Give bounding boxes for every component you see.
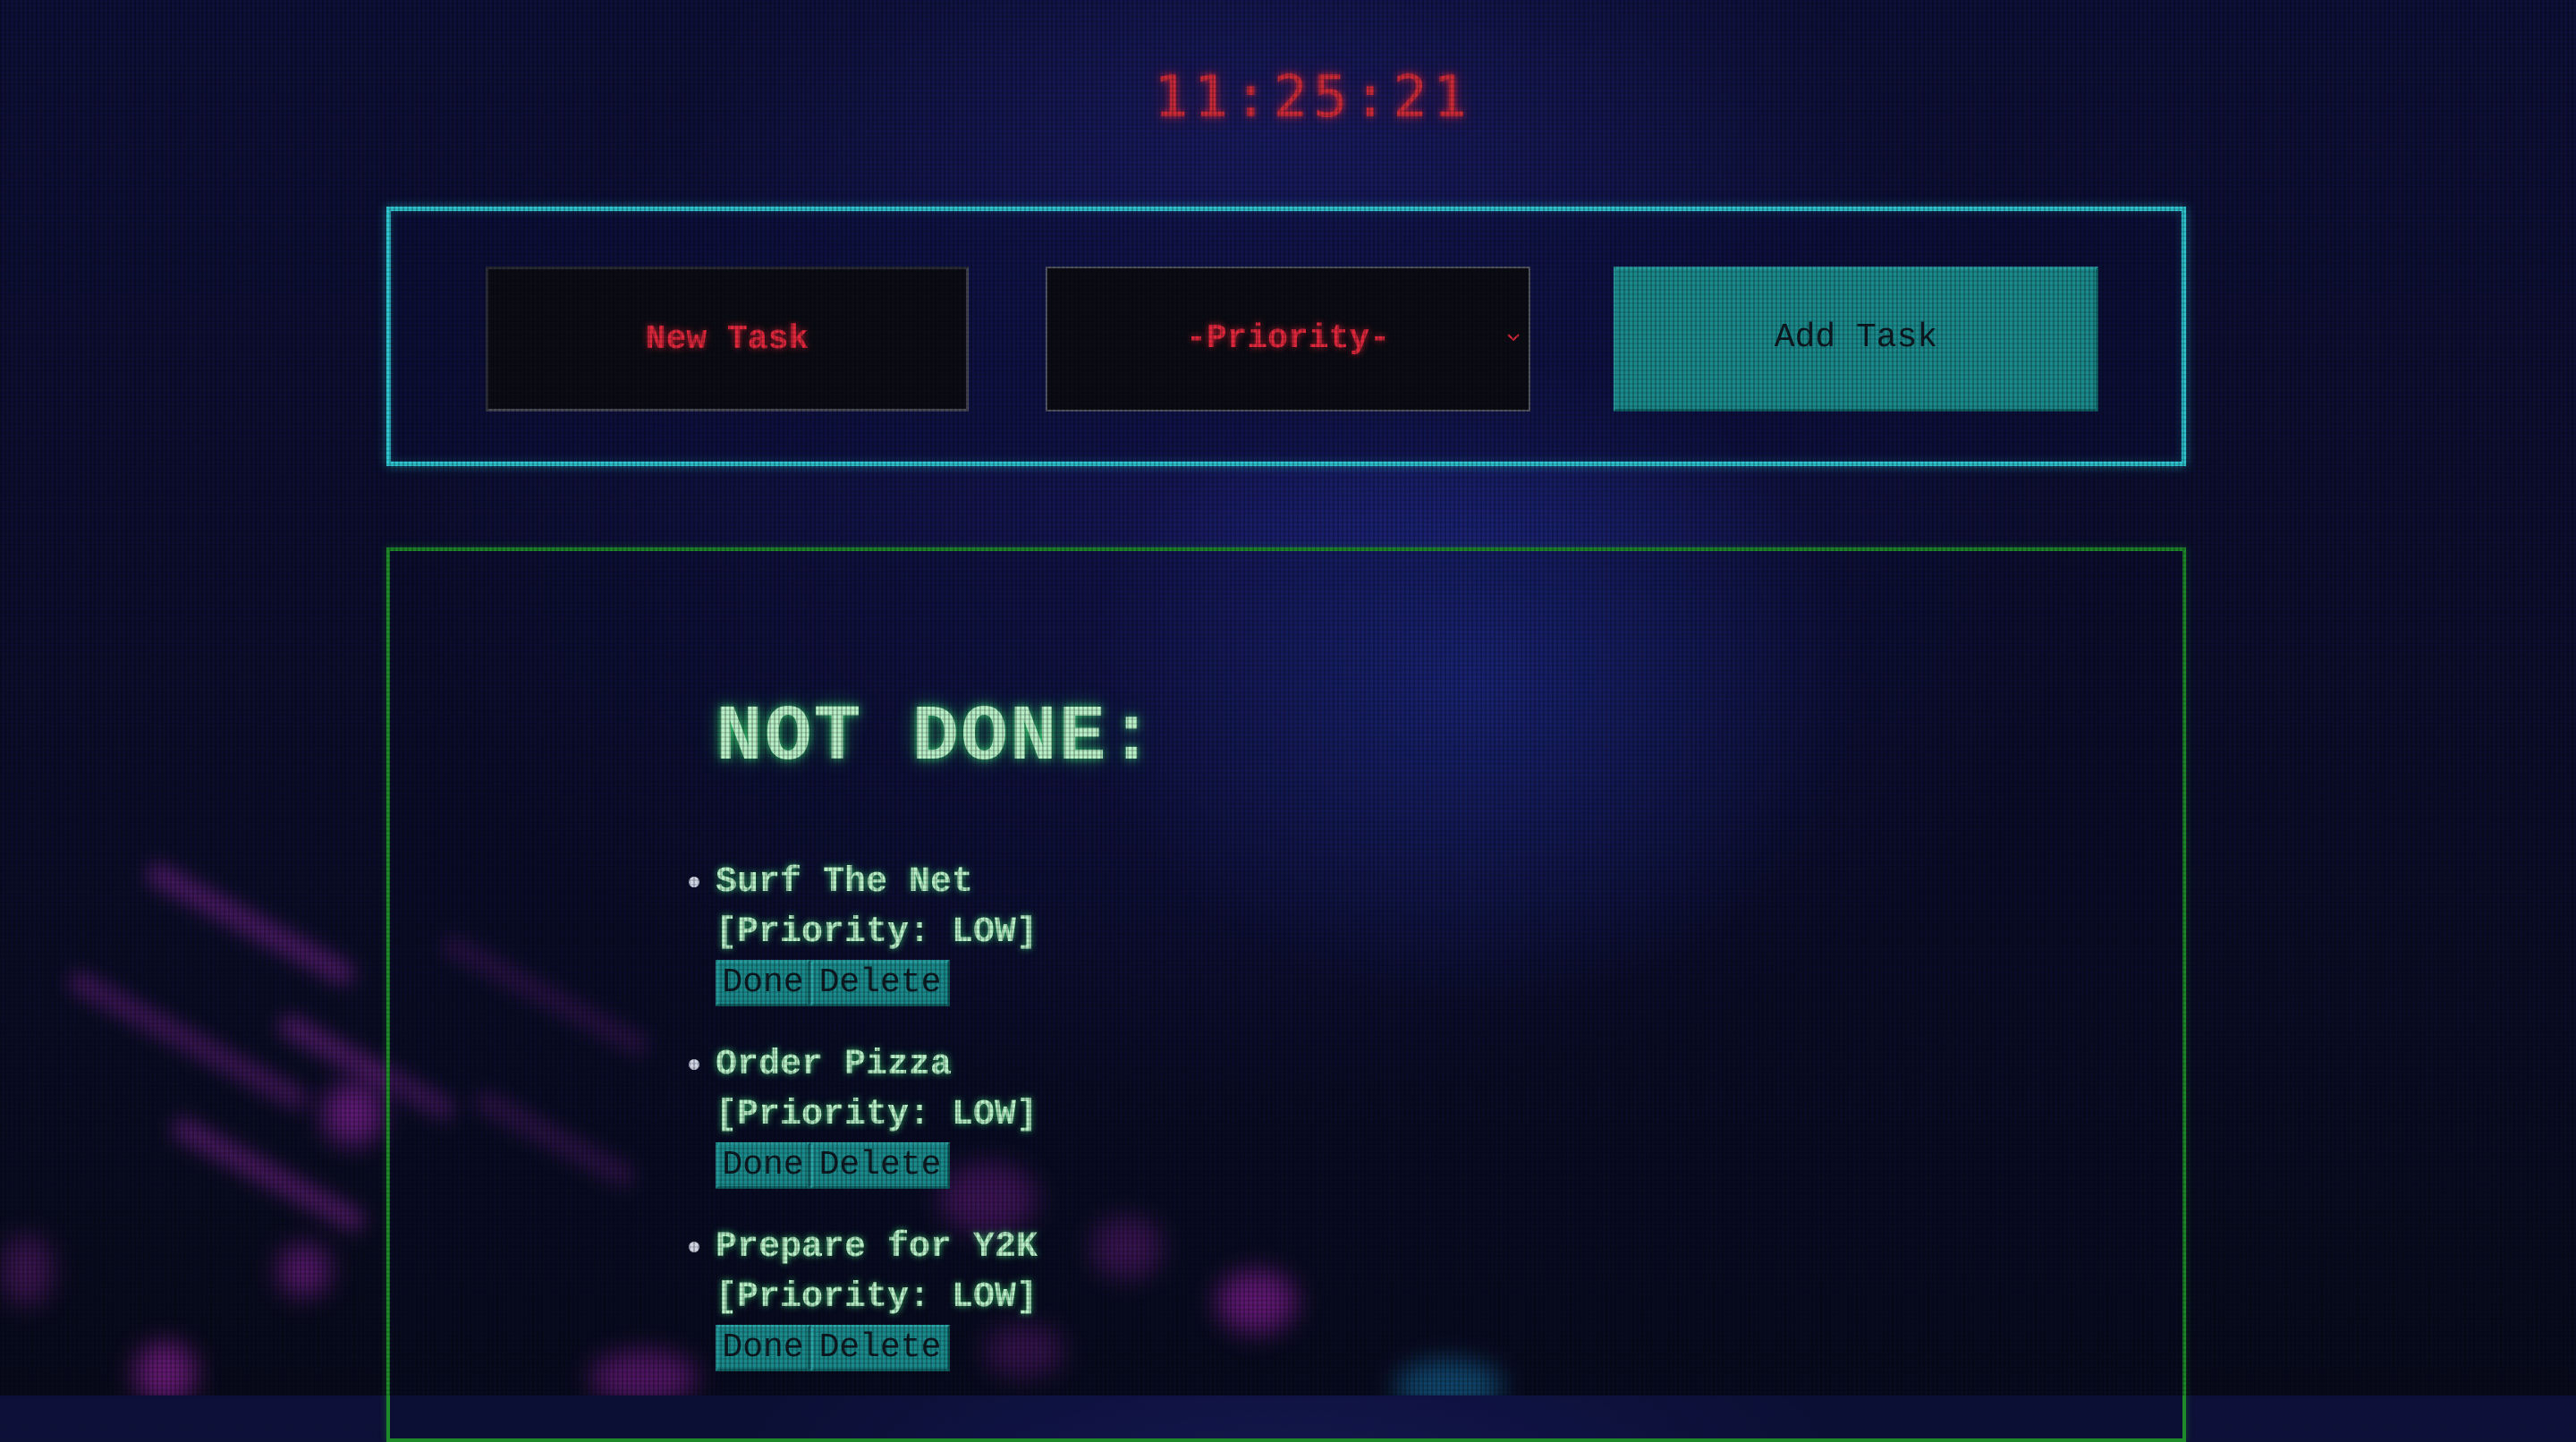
task-list: Surf The Net [Priority: LOW] Done Delete… bbox=[689, 858, 1038, 1405]
delete-button[interactable]: Delete bbox=[810, 960, 950, 1006]
not-done-heading: NOT DONE: bbox=[716, 694, 1157, 783]
delete-button[interactable]: Delete bbox=[810, 1142, 950, 1189]
task-name: Prepare for Y2K bbox=[716, 1227, 1038, 1268]
clock-display: 11:25:21 bbox=[1154, 64, 1473, 131]
task-actions: Done Delete bbox=[716, 960, 1038, 1006]
list-item: Order Pizza [Priority: LOW] Done Delete bbox=[689, 1040, 1038, 1223]
task-actions: Done Delete bbox=[716, 1142, 1038, 1189]
list-item: Surf The Net [Priority: LOW] Done Delete bbox=[689, 858, 1038, 1040]
done-button[interactable]: Done bbox=[716, 960, 810, 1006]
new-task-input[interactable] bbox=[486, 267, 969, 411]
task-list-panel: NOT DONE: Surf The Net [Priority: LOW] D… bbox=[386, 547, 2186, 1442]
task-priority: [Priority: LOW] bbox=[716, 1277, 1038, 1318]
task-name: Order Pizza bbox=[716, 1045, 953, 1085]
bullet-icon bbox=[689, 1059, 699, 1070]
add-task-button[interactable]: Add Task bbox=[1614, 267, 2098, 411]
delete-button[interactable]: Delete bbox=[810, 1325, 950, 1371]
done-button[interactable]: Done bbox=[716, 1325, 810, 1371]
priority-select-value: -Priority- bbox=[1185, 319, 1391, 358]
list-item: Prepare for Y2K [Priority: LOW] Done Del… bbox=[689, 1223, 1038, 1405]
task-name: Surf The Net bbox=[716, 862, 974, 903]
task-priority: [Priority: LOW] bbox=[716, 912, 1038, 953]
done-button[interactable]: Done bbox=[716, 1142, 810, 1189]
task-priority: [Priority: LOW] bbox=[716, 1095, 1038, 1135]
chevron-down-icon bbox=[1507, 334, 1520, 342]
bullet-icon bbox=[689, 877, 699, 887]
task-actions: Done Delete bbox=[716, 1325, 1038, 1371]
add-task-panel: -Priority- Add Task bbox=[386, 207, 2186, 466]
bullet-icon bbox=[689, 1242, 699, 1252]
priority-select[interactable]: -Priority- bbox=[1046, 267, 1530, 411]
